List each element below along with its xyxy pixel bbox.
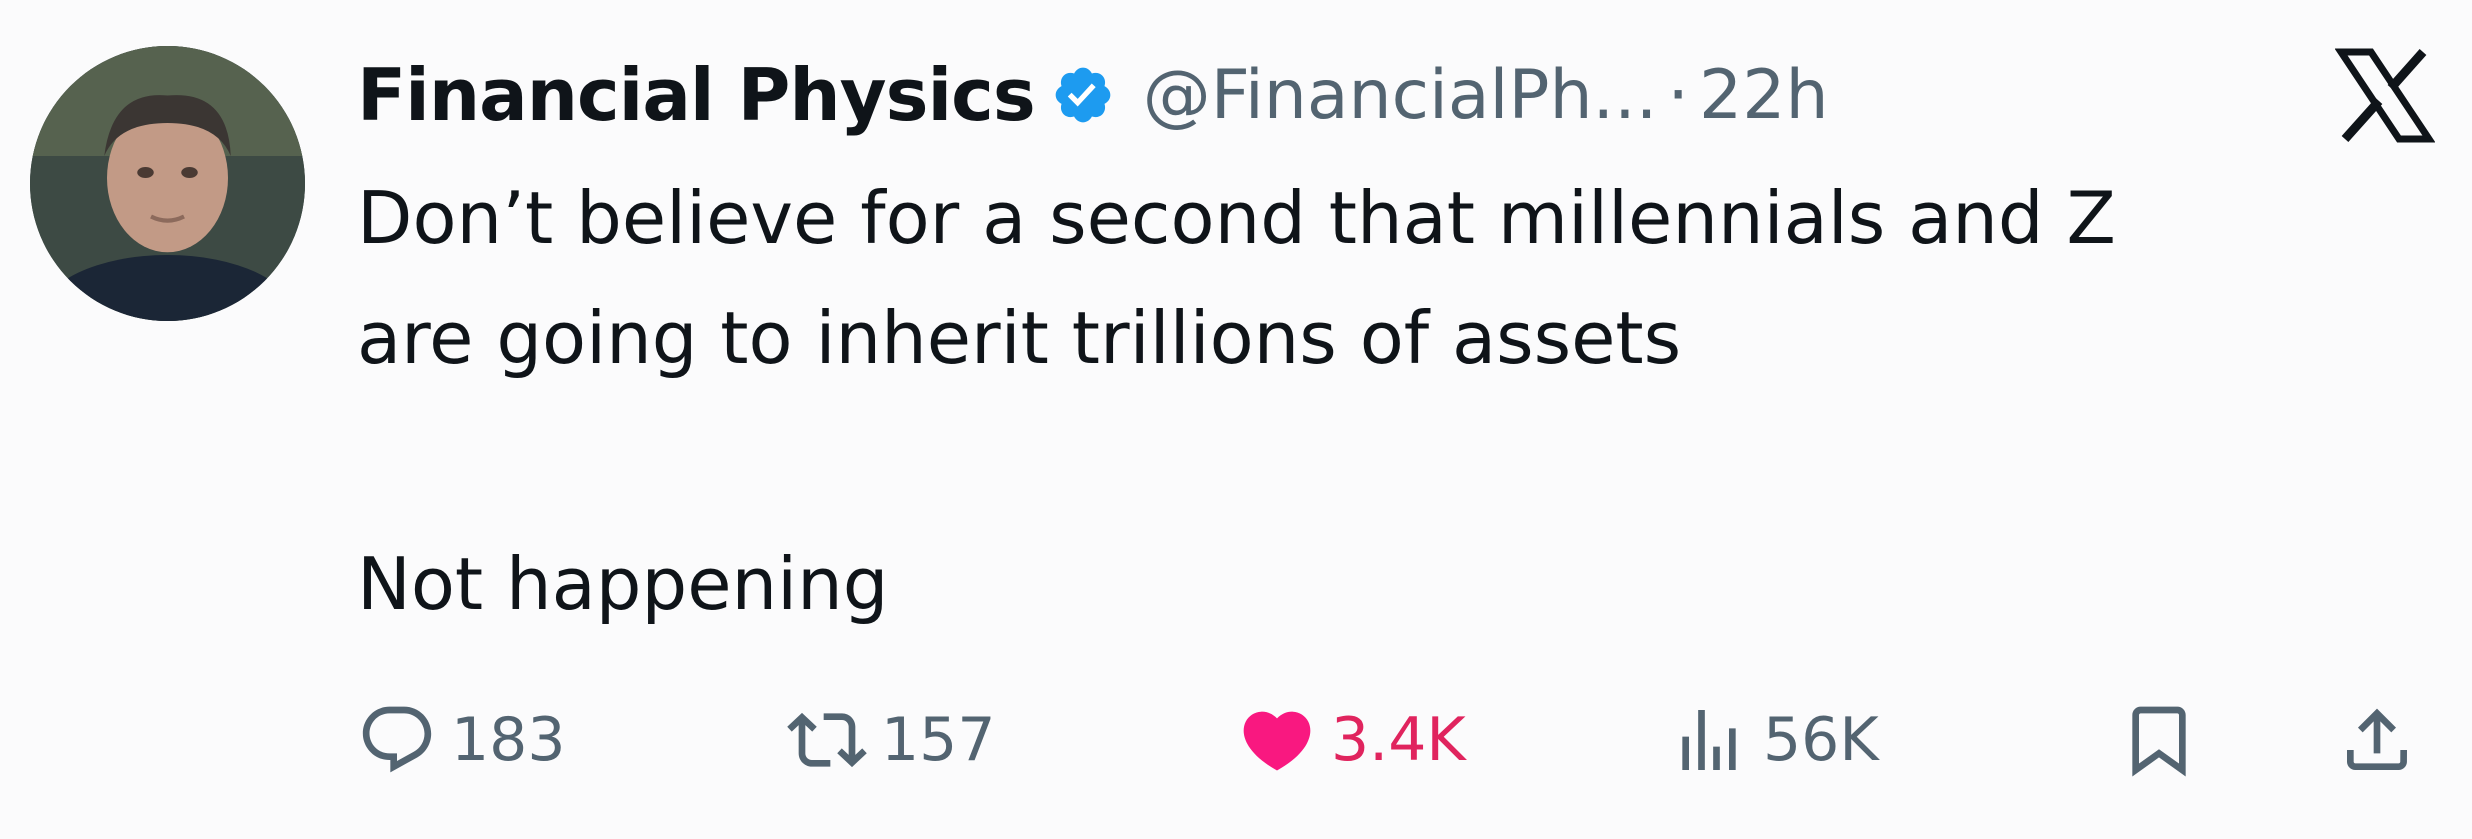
bookmark-button[interactable] [2119,690,2199,790]
heart-icon [1237,700,1317,780]
action-bar: 183 157 3.4K 56K [357,690,2447,790]
tweet-header: Financial Physics @FinancialPh... · 22h [357,40,1829,150]
reply-count: 183 [451,705,566,775]
like-count: 3.4K [1331,705,1466,775]
verified-badge-icon [1051,63,1115,127]
share-icon [2337,700,2417,780]
x-logo-icon [2335,48,2435,143]
avatar[interactable] [30,46,305,321]
avatar-image [30,46,305,321]
views-icon [1669,700,1749,780]
tweet-text-line-1: Don’t believe for a second that millenni… [357,176,2116,260]
tweet-text-line-2: are going to inherit trillions of assets [357,296,1682,380]
views-button[interactable]: 56K [1669,690,1879,790]
repost-icon [787,700,867,780]
timestamp[interactable]: 22h [1699,56,1829,135]
repost-button[interactable]: 157 [787,690,996,790]
separator-dot: · [1667,55,1690,135]
repost-count: 157 [881,705,996,775]
like-button[interactable]: 3.4K [1237,690,1466,790]
reply-button[interactable]: 183 [357,690,566,790]
bookmark-icon [2119,700,2199,780]
display-name[interactable]: Financial Physics [357,53,1036,137]
reply-icon [357,700,437,780]
views-count: 56K [1763,705,1879,775]
tweet-card: Financial Physics @FinancialPh... · 22h … [0,0,2472,839]
handle[interactable]: @FinancialPh... [1143,56,1658,135]
share-button[interactable] [2337,690,2417,790]
tweet-text-line-3: Not happening [357,542,889,626]
